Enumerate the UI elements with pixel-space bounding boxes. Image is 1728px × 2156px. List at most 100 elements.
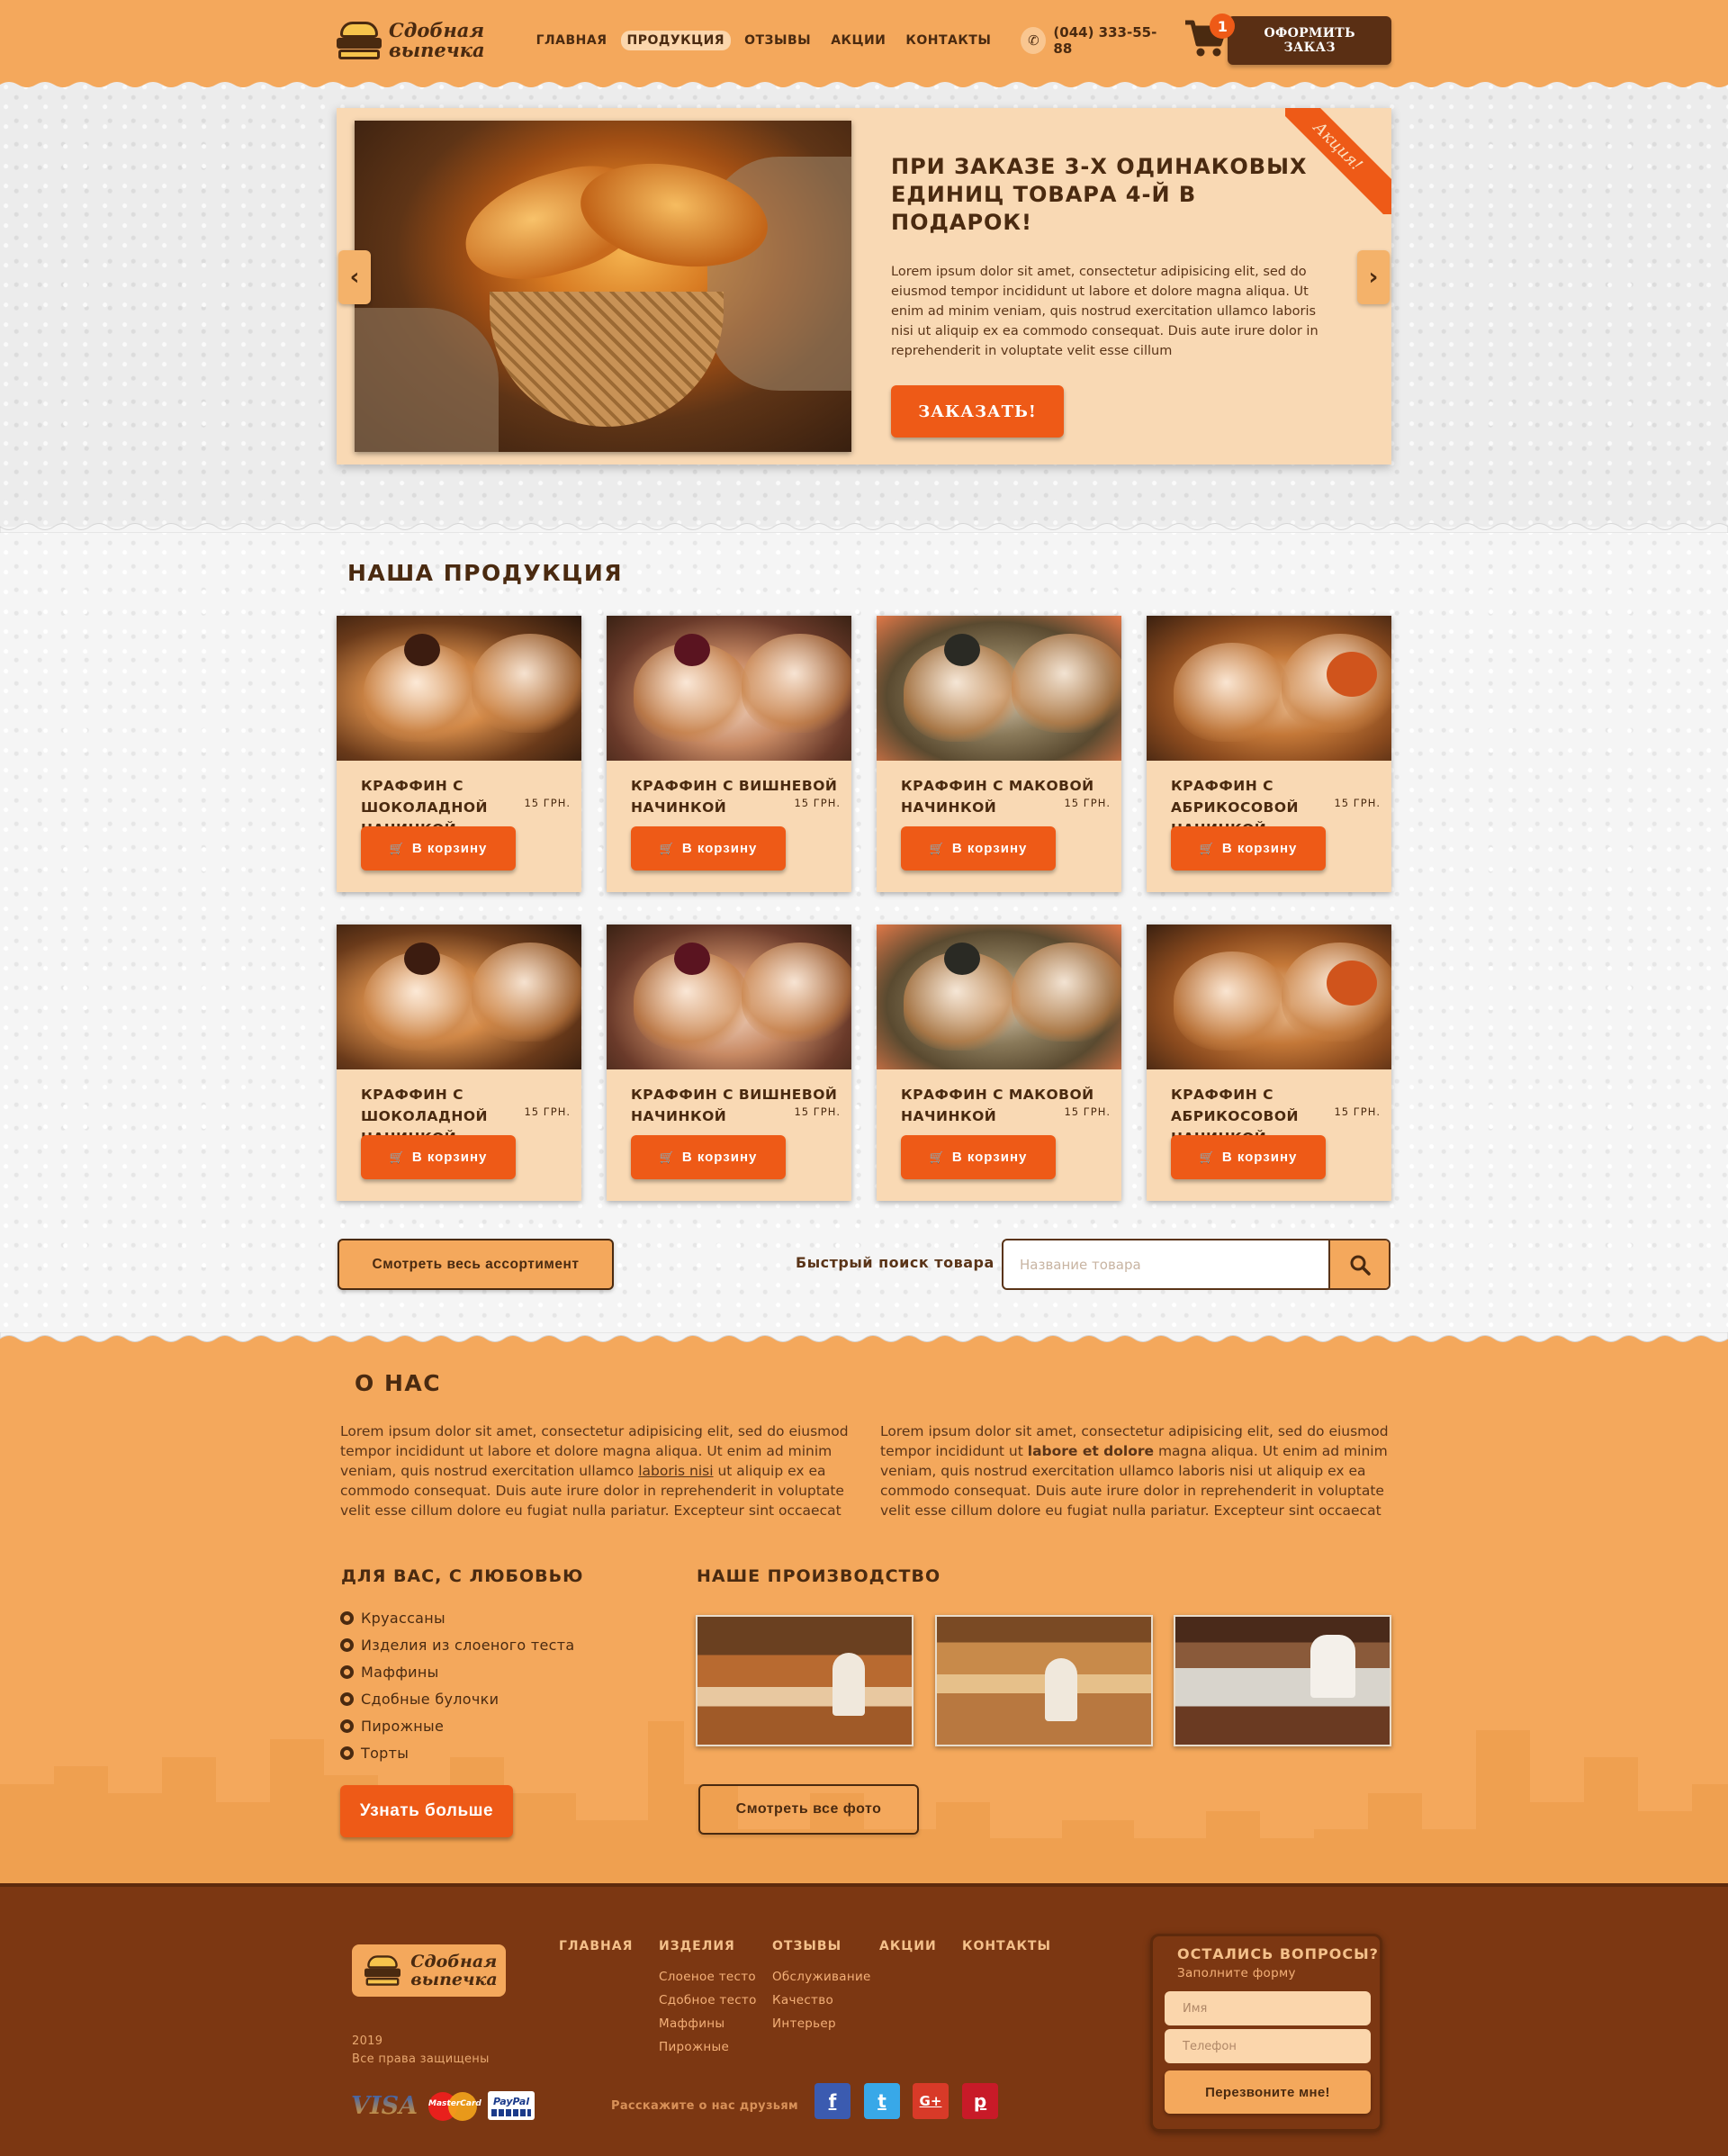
slide-order-button[interactable]: ЗАКАЗАТЬ! bbox=[891, 385, 1064, 438]
footer-link-quality[interactable]: Качество bbox=[772, 1993, 871, 2007]
site-header: Сдобная выпечка ГЛАВНАЯ ПРОДУКЦИЯ ОТЗЫВЫ… bbox=[0, 0, 1728, 81]
footer-brand-logo[interactable]: Сдобная выпечка bbox=[352, 1944, 506, 1997]
bullet-icon bbox=[340, 1664, 354, 1679]
footer-link-promos[interactable]: АКЦИИ bbox=[879, 1939, 937, 1953]
slider-prev-button[interactable]: ‹ bbox=[338, 250, 371, 304]
production-photo-bakery-oven[interactable] bbox=[696, 1615, 914, 1746]
add-to-cart-button[interactable]: 🛒 В корзину bbox=[901, 1135, 1056, 1179]
product-image-cherry bbox=[607, 925, 851, 1069]
header-wave-divider bbox=[0, 79, 1728, 87]
footer-link-contacts[interactable]: КОНТАКТЫ bbox=[962, 1939, 1051, 1953]
cart-icon: 🛒 bbox=[389, 1150, 405, 1164]
cart-button[interactable]: 1 bbox=[1184, 14, 1236, 62]
list-item-label: Пирожные bbox=[361, 1717, 445, 1735]
cart-icon: 🛒 bbox=[1199, 1150, 1215, 1164]
cart-icon: 🛒 bbox=[659, 1150, 675, 1164]
pinterest-icon[interactable]: p bbox=[962, 2083, 998, 2119]
place-order-button[interactable]: ОФОРМИТЬ ЗАКАЗ bbox=[1228, 16, 1391, 65]
product-name-line-1: КРАФФИН С ВИШНЕВОЙ bbox=[631, 1087, 838, 1103]
products-title: НАША ПРОДУКЦИЯ bbox=[347, 560, 624, 586]
production-photo-bread-shelves[interactable] bbox=[935, 1615, 1153, 1746]
add-to-cart-button[interactable]: 🛒 В корзину bbox=[1171, 1135, 1326, 1179]
about-inline-link[interactable]: laboris nisi bbox=[638, 1463, 713, 1479]
product-price: 15 ГРН. bbox=[1064, 797, 1111, 809]
add-to-cart-label: В корзину bbox=[951, 841, 1028, 856]
nav-item-reviews[interactable]: ОТЗЫВЫ bbox=[738, 31, 817, 50]
callback-form-subtitle: Заполните форму bbox=[1177, 1966, 1296, 1980]
pastry-icon bbox=[337, 20, 382, 61]
search-icon bbox=[1350, 1255, 1371, 1276]
cart-icon: 🛒 bbox=[1199, 841, 1215, 855]
nav-item-promos[interactable]: АКЦИИ bbox=[824, 31, 892, 50]
pastry-icon bbox=[364, 1954, 401, 1988]
main-nav: ГЛАВНАЯ ПРОДУКЦИЯ ОТЗЫВЫ АКЦИИ КОНТАКТЫ bbox=[530, 31, 998, 50]
about-text-right: Lorem ipsum dolor sit amet, consectetur … bbox=[880, 1421, 1402, 1520]
production-photo-display-case[interactable] bbox=[1174, 1615, 1391, 1746]
slider-next-button[interactable]: › bbox=[1357, 250, 1390, 304]
phone-contact[interactable]: ✆ (044) 333-55-88 bbox=[1021, 24, 1167, 57]
name-field[interactable] bbox=[1165, 1991, 1371, 2025]
add-to-cart-button[interactable]: 🛒 В корзину bbox=[361, 826, 516, 871]
search-button[interactable] bbox=[1328, 1240, 1389, 1288]
product-search-input[interactable] bbox=[1004, 1240, 1328, 1288]
add-to-cart-button[interactable]: 🛒 В корзину bbox=[631, 1135, 786, 1179]
nav-item-contacts[interactable]: КОНТАКТЫ bbox=[899, 31, 997, 50]
footer-link-cakes[interactable]: Пирожные bbox=[659, 2040, 757, 2054]
product-price: 15 ГРН. bbox=[1334, 797, 1381, 809]
footer-link-reviews[interactable]: ОТЗЫВЫ bbox=[772, 1939, 871, 1953]
footer-link-service[interactable]: Обслуживание bbox=[772, 1970, 871, 1984]
product-categories-list: Круассаны Изделия из слоеного теста Мафф… bbox=[340, 1604, 574, 1766]
product-card: КРАФФИН С МАКОВОЙ НАЧИНКОЙ 15 ГРН. 🛒 В кор… bbox=[877, 925, 1121, 1201]
promo-slider-section: ПРИ ЗАКАЗЕ 3-Х ОДИНАКОВЫХ ЕДИНИЦ ТОВАРА … bbox=[0, 81, 1728, 574]
callback-submit-button[interactable]: Перезвоните мне! bbox=[1165, 2070, 1371, 2114]
copyright: 2019 Все права защищены bbox=[352, 2033, 490, 2069]
view-all-photos-button[interactable]: Смотреть все фото bbox=[698, 1784, 919, 1835]
nav-item-home[interactable]: ГЛАВНАЯ bbox=[530, 31, 614, 50]
callback-form: ОСТАЛИСЬ ВОПРОСЫ? Заполните форму Перезв… bbox=[1150, 1934, 1382, 2132]
add-to-cart-button[interactable]: 🛒 В корзину bbox=[631, 826, 786, 871]
add-to-cart-label: В корзину bbox=[951, 1150, 1028, 1165]
footer-link-interior[interactable]: Интерьер bbox=[772, 2016, 871, 2031]
product-image-poppy bbox=[877, 616, 1121, 761]
add-to-cart-button[interactable]: 🛒 В корзину bbox=[901, 826, 1056, 871]
footer-nav-products: ИЗДЕЛИЯ Слоеное тесто Сдобное тесто Мафф… bbox=[659, 1939, 757, 2054]
twitter-icon[interactable]: t bbox=[864, 2083, 900, 2119]
footer-link-sweet-dough[interactable]: Сдобное тесто bbox=[659, 1993, 757, 2007]
add-to-cart-button[interactable]: 🛒 В корзину bbox=[1171, 826, 1326, 871]
bullet-icon bbox=[340, 1746, 354, 1760]
product-card: КРАФФИН С МАКОВОЙ НАЧИНКОЙ 15 ГРН. 🛒 В кор… bbox=[877, 616, 1121, 892]
footer-link-muffins[interactable]: Маффины bbox=[659, 2016, 757, 2031]
list-item[interactable]: Пирожные bbox=[340, 1712, 574, 1739]
list-item[interactable]: Торты bbox=[340, 1739, 574, 1766]
footer-nav-home: ГЛАВНАЯ bbox=[559, 1939, 633, 1953]
copyright-year: 2019 bbox=[352, 2034, 383, 2048]
list-item[interactable]: Маффины bbox=[340, 1658, 574, 1685]
list-item[interactable]: Сдобные булочки bbox=[340, 1685, 574, 1712]
about-title: О НАС bbox=[355, 1370, 442, 1396]
footer-link-products[interactable]: ИЗДЕЛИЯ bbox=[659, 1939, 757, 1953]
add-to-cart-button[interactable]: 🛒 В корзину bbox=[361, 1135, 516, 1179]
promo-ribbon: Акция! bbox=[1285, 108, 1391, 214]
nav-item-products[interactable]: ПРОДУКЦИЯ bbox=[620, 31, 732, 50]
brand-logo[interactable]: Сдобная выпечка bbox=[337, 20, 485, 61]
footer-brand-line-2: выпечка bbox=[410, 1970, 498, 1989]
cart-icon: 🛒 bbox=[389, 841, 405, 855]
list-item[interactable]: Изделия из слоеного теста bbox=[340, 1631, 574, 1658]
product-image-chocolate bbox=[337, 616, 581, 761]
promo-slider: ПРИ ЗАКАЗЕ 3-Х ОДИНАКОВЫХ ЕДИНИЦ ТОВАРА … bbox=[337, 108, 1391, 465]
slide-title-line-2: ЕДИНИЦ ТОВАРА 4-Й В ПОДАРОК! bbox=[891, 182, 1197, 235]
brand-line-1: Сдобная bbox=[389, 19, 485, 41]
phone-field[interactable] bbox=[1165, 2029, 1371, 2063]
google-plus-icon[interactable]: G+ bbox=[913, 2083, 949, 2119]
add-to-cart-label: В корзину bbox=[681, 841, 758, 856]
paypal-icon: PayPal bbox=[488, 2091, 536, 2120]
learn-more-button[interactable]: Узнать больше bbox=[340, 1785, 513, 1837]
product-price: 15 ГРН. bbox=[794, 1105, 841, 1118]
facebook-icon[interactable]: f bbox=[814, 2083, 850, 2119]
footer-link-puff-pastry[interactable]: Слоеное тесто bbox=[659, 1970, 757, 1984]
list-item[interactable]: Круассаны bbox=[340, 1604, 574, 1631]
callback-form-title: ОСТАЛИСЬ ВОПРОСЫ? bbox=[1177, 1945, 1379, 1962]
footer-link-home[interactable]: ГЛАВНАЯ bbox=[559, 1939, 633, 1953]
payment-methods: VISA MasterCard PayPal bbox=[351, 2090, 536, 2121]
view-all-products-button[interactable]: Смотреть весь ассортимент bbox=[338, 1239, 614, 1290]
